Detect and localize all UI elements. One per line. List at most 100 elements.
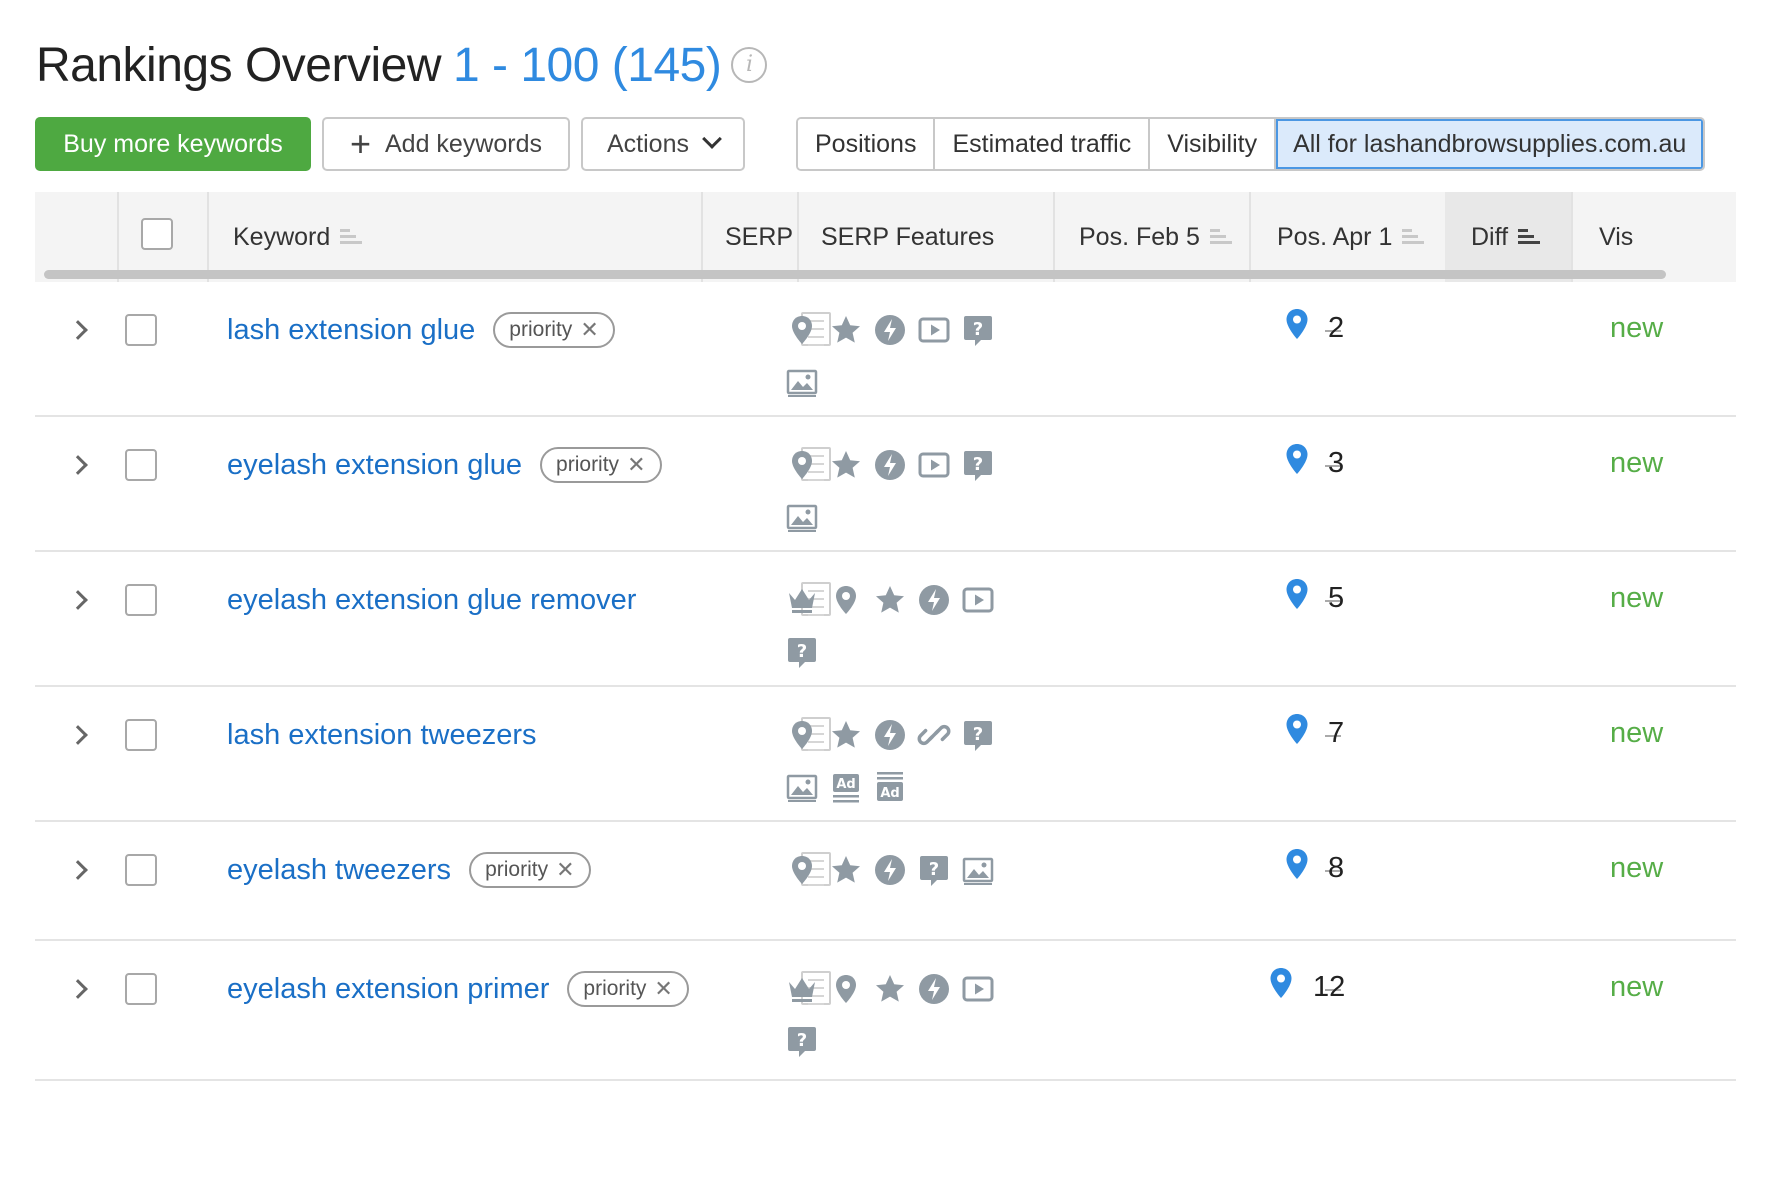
top-stories-icon[interactable] [785,972,819,1006]
tab-estimated-traffic[interactable]: Estimated traffic [933,119,1149,169]
view-tabs: Positions Estimated traffic Visibility A… [796,117,1706,171]
amp-icon[interactable] [917,583,951,617]
reviews-icon[interactable] [873,583,907,617]
tab-positions[interactable]: Positions [798,119,934,169]
local-pack-icon[interactable] [785,718,819,752]
local-pack-position-icon [1285,713,1309,745]
sort-active-icon [1518,226,1541,246]
reviews-icon[interactable] [873,972,907,1006]
amp-icon[interactable] [917,972,951,1006]
column-diff[interactable]: Diff [1445,192,1571,282]
header-select-cell [117,192,207,282]
ads-bottom-icon[interactable]: Ad [873,770,907,804]
row-checkbox[interactable] [125,719,157,751]
image-icon[interactable] [785,365,819,399]
row-checkbox[interactable] [125,973,157,1005]
column-serp-features: SERP Features [797,192,1053,282]
page-title: Rankings Overview 1 - 100 (145) i [36,36,768,96]
select-all-checkbox[interactable] [141,218,173,250]
amp-icon[interactable] [873,718,907,752]
row-checkbox[interactable] [125,449,157,481]
top-stories-icon[interactable] [785,583,819,617]
people-also-ask-icon[interactable]: ? [785,635,819,669]
add-keywords-button[interactable]: + Add keywords [322,117,570,171]
local-pack-icon[interactable] [829,583,863,617]
reviews-icon[interactable] [829,718,863,752]
local-pack-position-icon [1285,443,1309,475]
reviews-icon[interactable] [829,853,863,887]
row-checkbox[interactable] [125,854,157,886]
table-row: eyelash extension glue priority ✕? 3 new [35,417,1736,552]
keyword-link[interactable]: eyelash extension glue remover [227,584,636,617]
expand-row-icon[interactable] [68,320,88,340]
row-checkbox[interactable] [125,314,157,346]
video-icon[interactable] [917,313,951,347]
column-keyword[interactable]: Keyword [207,192,701,282]
remove-tag-icon[interactable]: ✕ [654,976,672,1002]
keyword-cell: eyelash extension glue priority ✕ [227,445,662,485]
local-pack-icon[interactable] [829,972,863,1006]
pos-apr-value: 3 [1328,447,1345,479]
sitelinks-icon[interactable] [917,718,951,752]
column-serp: SERP [701,192,797,282]
local-pack-icon[interactable] [785,448,819,482]
keyword-link[interactable]: lash extension tweezers [227,719,537,752]
diff-value: new [1610,971,1664,1003]
row-checkbox[interactable] [125,584,157,616]
video-icon[interactable] [961,972,995,1006]
image-icon[interactable] [961,853,995,887]
expand-row-icon[interactable] [68,979,88,999]
column-serp-features-label: SERP Features [821,223,995,251]
svg-text:Ad: Ad [880,786,899,801]
amp-icon[interactable] [873,313,907,347]
table-row: lash extension glue priority ✕? 2 new [35,282,1736,417]
expand-row-icon[interactable] [68,590,88,610]
local-pack-icon[interactable] [785,313,819,347]
page-title-text: Rankings Overview [36,39,441,92]
people-also-ask-icon[interactable]: ? [785,1024,819,1058]
reviews-icon[interactable] [829,448,863,482]
priority-tag: priority ✕ [493,312,615,348]
image-icon[interactable] [785,770,819,804]
tab-all-for-domain[interactable]: All for lashandbrowsupplies.com.au [1274,119,1704,169]
people-also-ask-icon[interactable]: ? [961,718,995,752]
keyword-cell: eyelash extension primer priority ✕ [227,969,689,1009]
amp-icon[interactable] [873,448,907,482]
people-also-ask-icon[interactable]: ? [961,448,995,482]
keyword-cell: lash extension tweezers [227,715,537,755]
video-icon[interactable] [961,583,995,617]
tab-visibility[interactable]: Visibility [1148,119,1275,169]
column-pos-feb-label: Pos. Feb 5 [1079,223,1200,251]
column-diff-label: Diff [1471,223,1509,251]
keyword-link[interactable]: lash extension glue [227,314,475,347]
column-pos-apr[interactable]: Pos. Apr 1 [1249,192,1445,282]
buy-more-keywords-label: Buy more keywords [63,130,283,158]
tag-label: priority [485,858,549,881]
buy-more-keywords-button[interactable]: Buy more keywords [35,117,311,171]
column-pos-feb[interactable]: Pos. Feb 5 [1053,192,1249,282]
image-icon[interactable] [785,500,819,534]
keyword-link[interactable]: eyelash extension glue [227,449,522,482]
ads-top-icon[interactable]: Ad [829,770,863,804]
people-also-ask-icon[interactable]: ? [961,313,995,347]
remove-tag-icon[interactable]: ✕ [627,452,645,478]
actions-dropdown[interactable]: Actions [581,117,745,171]
amp-icon[interactable] [873,853,907,887]
remove-tag-icon[interactable]: ✕ [556,857,574,883]
keyword-link[interactable]: eyelash extension primer [227,973,549,1006]
horizontal-scrollbar[interactable] [44,270,1666,279]
table-header: Keyword SERP SERP Features Pos. Feb 5 Po… [35,192,1736,282]
info-icon[interactable]: i [731,47,768,84]
remove-tag-icon[interactable]: ✕ [580,317,598,343]
expand-row-icon[interactable] [68,725,88,745]
reviews-icon[interactable] [829,313,863,347]
svg-text:?: ? [797,641,807,662]
people-also-ask-icon[interactable]: ? [917,853,951,887]
diff-value: new [1610,312,1664,344]
local-pack-icon[interactable] [785,853,819,887]
video-icon[interactable] [917,448,951,482]
expand-row-icon[interactable] [68,860,88,880]
expand-row-icon[interactable] [68,455,88,475]
keyword-link[interactable]: eyelash tweezers [227,854,451,887]
keyword-cell: lash extension glue priority ✕ [227,310,615,350]
